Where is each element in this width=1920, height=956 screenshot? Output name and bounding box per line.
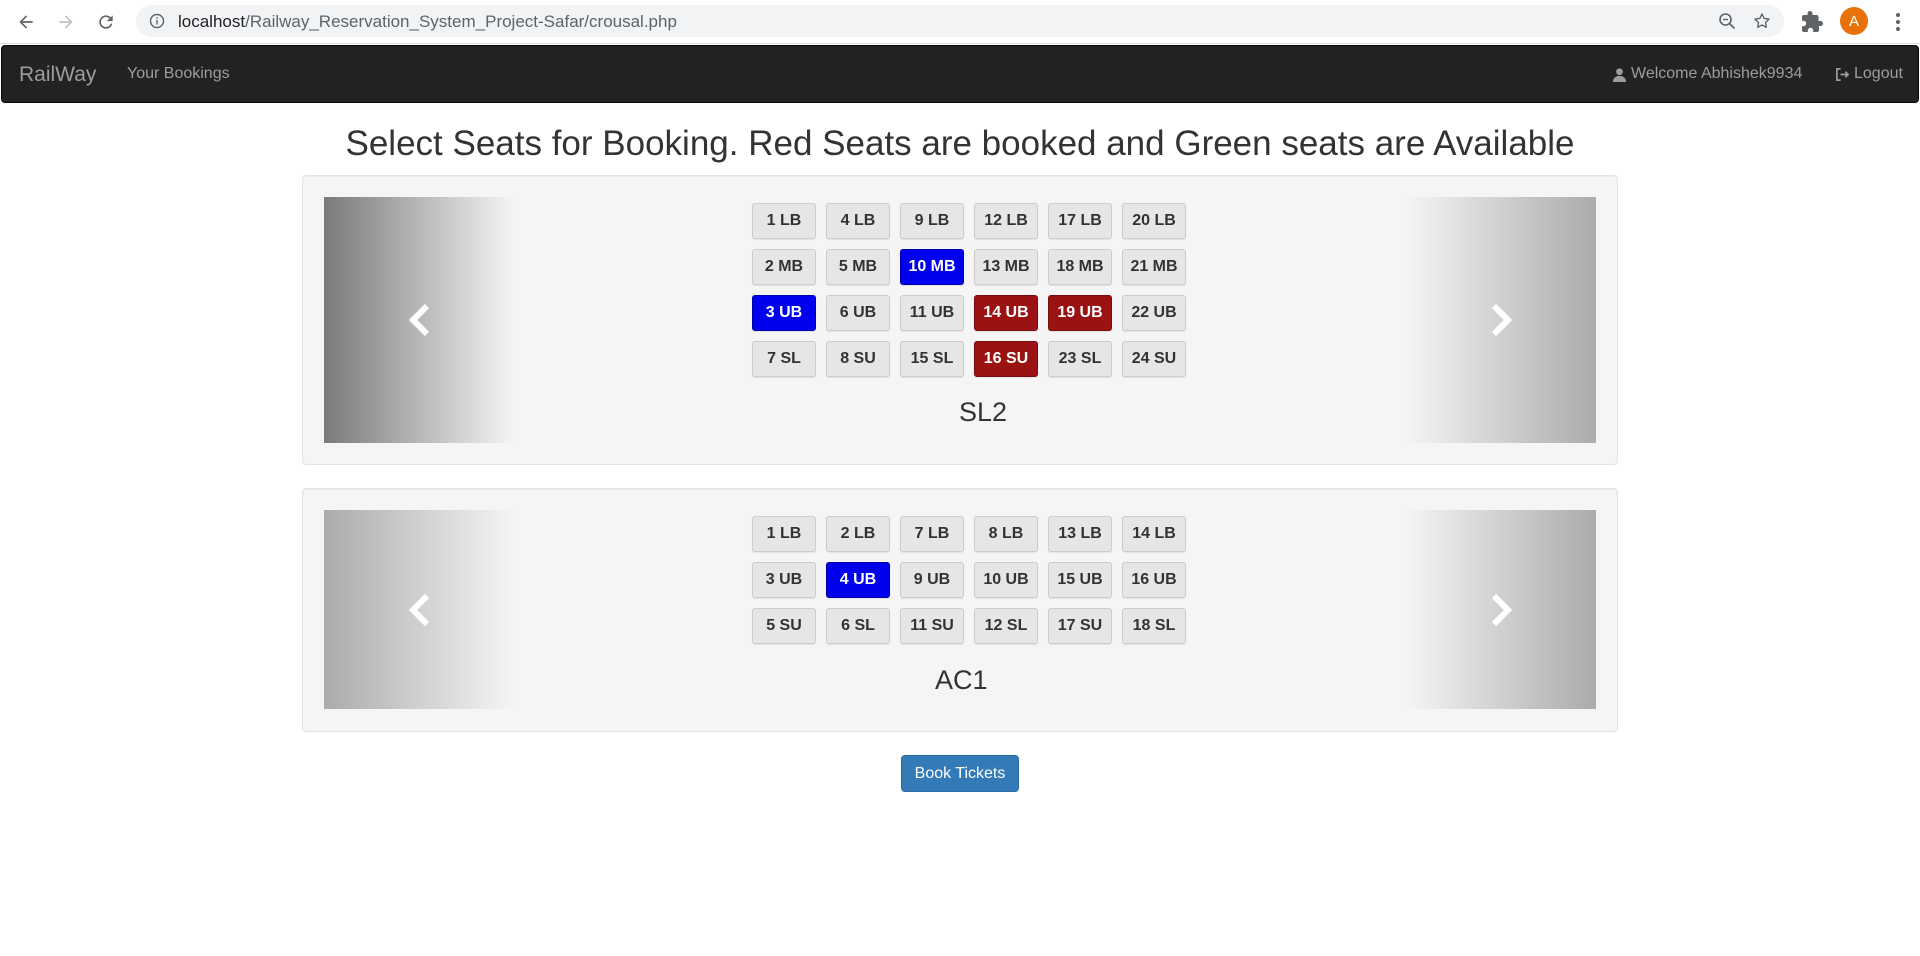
- seat-button: 14 UB: [974, 295, 1038, 331]
- seat-button[interactable]: 11 UB: [900, 295, 964, 331]
- chevron-left-icon: [408, 593, 429, 626]
- avatar-letter: A: [1848, 12, 1859, 30]
- logout-link[interactable]: Logout: [1835, 65, 1903, 83]
- navbar: RailWay Your Bookings Welcome Abhishek99…: [1, 45, 1919, 103]
- coach-panel-sl2: 1 LB 4 LB 9 LB 12 LB 17 LB 20 LB 2 MB 5 MB 10 MB…: [302, 175, 1618, 465]
- seat-button[interactable]: 1 LB: [752, 516, 816, 552]
- chevron-right-icon: [1491, 303, 1512, 337]
- seat-button[interactable]: 15 UB: [1048, 562, 1112, 598]
- seat-button: 16 SU: [974, 341, 1038, 377]
- carousel-next-button[interactable]: [1405, 197, 1596, 443]
- seat-button[interactable]: 22 UB: [1122, 295, 1186, 331]
- seat-button[interactable]: 15 SL: [900, 341, 964, 377]
- seat-button: 19 UB: [1048, 295, 1112, 331]
- seat-button[interactable]: 8 LB: [974, 516, 1038, 552]
- seat-button[interactable]: 12 LB: [974, 203, 1038, 239]
- your-bookings-link[interactable]: Your Bookings: [127, 65, 230, 83]
- url-path: /Railway_Reservation_System_Project-Safa…: [245, 12, 677, 31]
- coach-carousel-sl2: 1 LB 4 LB 9 LB 12 LB 17 LB 20 LB 2 MB 5 MB 10 MB…: [324, 197, 1596, 443]
- seat-button[interactable]: 3 UB: [752, 562, 816, 598]
- coach-name-ac1: AC1: [935, 665, 988, 695]
- seat-button[interactable]: 17 LB: [1048, 203, 1112, 239]
- browser-menu-icon[interactable]: [1888, 10, 1908, 34]
- seat-button[interactable]: 3 UB: [752, 295, 816, 331]
- seat-button[interactable]: 21 MB: [1122, 249, 1186, 285]
- seat-button[interactable]: 12 SL: [974, 608, 1038, 644]
- seat-button[interactable]: 24 SU: [1122, 341, 1186, 377]
- chevron-right-icon: [1491, 593, 1512, 626]
- seat-button[interactable]: 11 SU: [900, 608, 964, 644]
- url-host: localhost: [178, 12, 246, 31]
- seat-button[interactable]: 1 LB: [752, 203, 816, 239]
- seat-button[interactable]: 5 SU: [752, 608, 816, 644]
- seat-button[interactable]: 7 SL: [752, 341, 816, 377]
- zoom-icon[interactable]: [1718, 12, 1736, 30]
- coach-panel-ac1: 1 LB 2 LB 7 LB 8 LB 13 LB 14 LB 3 UB 4 UB 9 UB 10…: [302, 488, 1618, 732]
- seat-button[interactable]: 14 LB: [1122, 516, 1186, 552]
- seat-button[interactable]: 10 UB: [974, 562, 1038, 598]
- seat-button[interactable]: 2 MB: [752, 249, 816, 285]
- seat-grid-ac1: 1 LB 2 LB 7 LB 8 LB 13 LB 14 LB 3 UB 4 UB 9 UB 10…: [752, 516, 1186, 644]
- page-heading: Select Seats for Booking. Red Seats are …: [345, 124, 1575, 163]
- extensions-icon[interactable]: [1800, 10, 1824, 34]
- seat-button[interactable]: 10 MB: [900, 249, 964, 285]
- address-bar[interactable]: localhost/Railway_Reservation_System_Pro…: [136, 5, 1784, 37]
- chevron-left-icon: [408, 303, 429, 337]
- seat-button[interactable]: 13 MB: [974, 249, 1038, 285]
- browser-toolbar: localhost/Railway_Reservation_System_Pro…: [0, 0, 1920, 44]
- seat-grid-sl2: 1 LB 4 LB 9 LB 12 LB 17 LB 20 LB 2 MB 5 MB 10 MB…: [752, 203, 1186, 377]
- welcome-user-link[interactable]: Welcome Abhishek9934: [1612, 65, 1802, 83]
- back-icon[interactable]: [14, 10, 38, 34]
- seat-button[interactable]: 17 SU: [1048, 608, 1112, 644]
- seat-button[interactable]: 7 LB: [900, 516, 964, 552]
- carousel-next-button[interactable]: [1405, 510, 1596, 709]
- seat-button[interactable]: 5 MB: [826, 249, 890, 285]
- seat-button[interactable]: 9 UB: [900, 562, 964, 598]
- coach-carousel-ac1: 1 LB 2 LB 7 LB 8 LB 13 LB 14 LB 3 UB 4 UB 9 UB 10…: [324, 510, 1596, 709]
- profile-avatar[interactable]: A: [1840, 7, 1868, 35]
- seat-button[interactable]: 16 UB: [1122, 562, 1186, 598]
- seat-button[interactable]: 6 SL: [826, 608, 890, 644]
- seat-button[interactable]: 2 LB: [826, 516, 890, 552]
- seat-button[interactable]: 8 SU: [826, 341, 890, 377]
- logout-icon: [1836, 67, 1850, 81]
- forward-icon[interactable]: [54, 10, 78, 34]
- carousel-prev-button[interactable]: [324, 510, 515, 709]
- seat-button[interactable]: 4 UB: [826, 562, 890, 598]
- user-icon: [1612, 67, 1627, 82]
- coach-name-sl2: SL2: [959, 397, 1008, 427]
- info-icon[interactable]: [149, 13, 165, 29]
- seat-button[interactable]: 9 LB: [900, 203, 964, 239]
- seat-button[interactable]: 13 LB: [1048, 516, 1112, 552]
- seat-button[interactable]: 18 SL: [1122, 608, 1186, 644]
- book-tickets-button[interactable]: Book Tickets: [901, 755, 1019, 792]
- bookmark-star-icon[interactable]: [1752, 11, 1772, 31]
- welcome-text: Welcome Abhishek9934: [1631, 65, 1803, 82]
- carousel-prev-button[interactable]: [324, 197, 515, 443]
- seat-button[interactable]: 18 MB: [1048, 249, 1112, 285]
- reload-icon[interactable]: [94, 10, 118, 34]
- logout-text: Logout: [1854, 65, 1903, 82]
- seat-button[interactable]: 20 LB: [1122, 203, 1186, 239]
- url-text: localhost/Railway_Reservation_System_Pro…: [178, 12, 677, 32]
- seat-button[interactable]: 6 UB: [826, 295, 890, 331]
- seat-button[interactable]: 23 SL: [1048, 341, 1112, 377]
- brand-link[interactable]: RailWay: [19, 63, 96, 87]
- seat-button[interactable]: 4 LB: [826, 203, 890, 239]
